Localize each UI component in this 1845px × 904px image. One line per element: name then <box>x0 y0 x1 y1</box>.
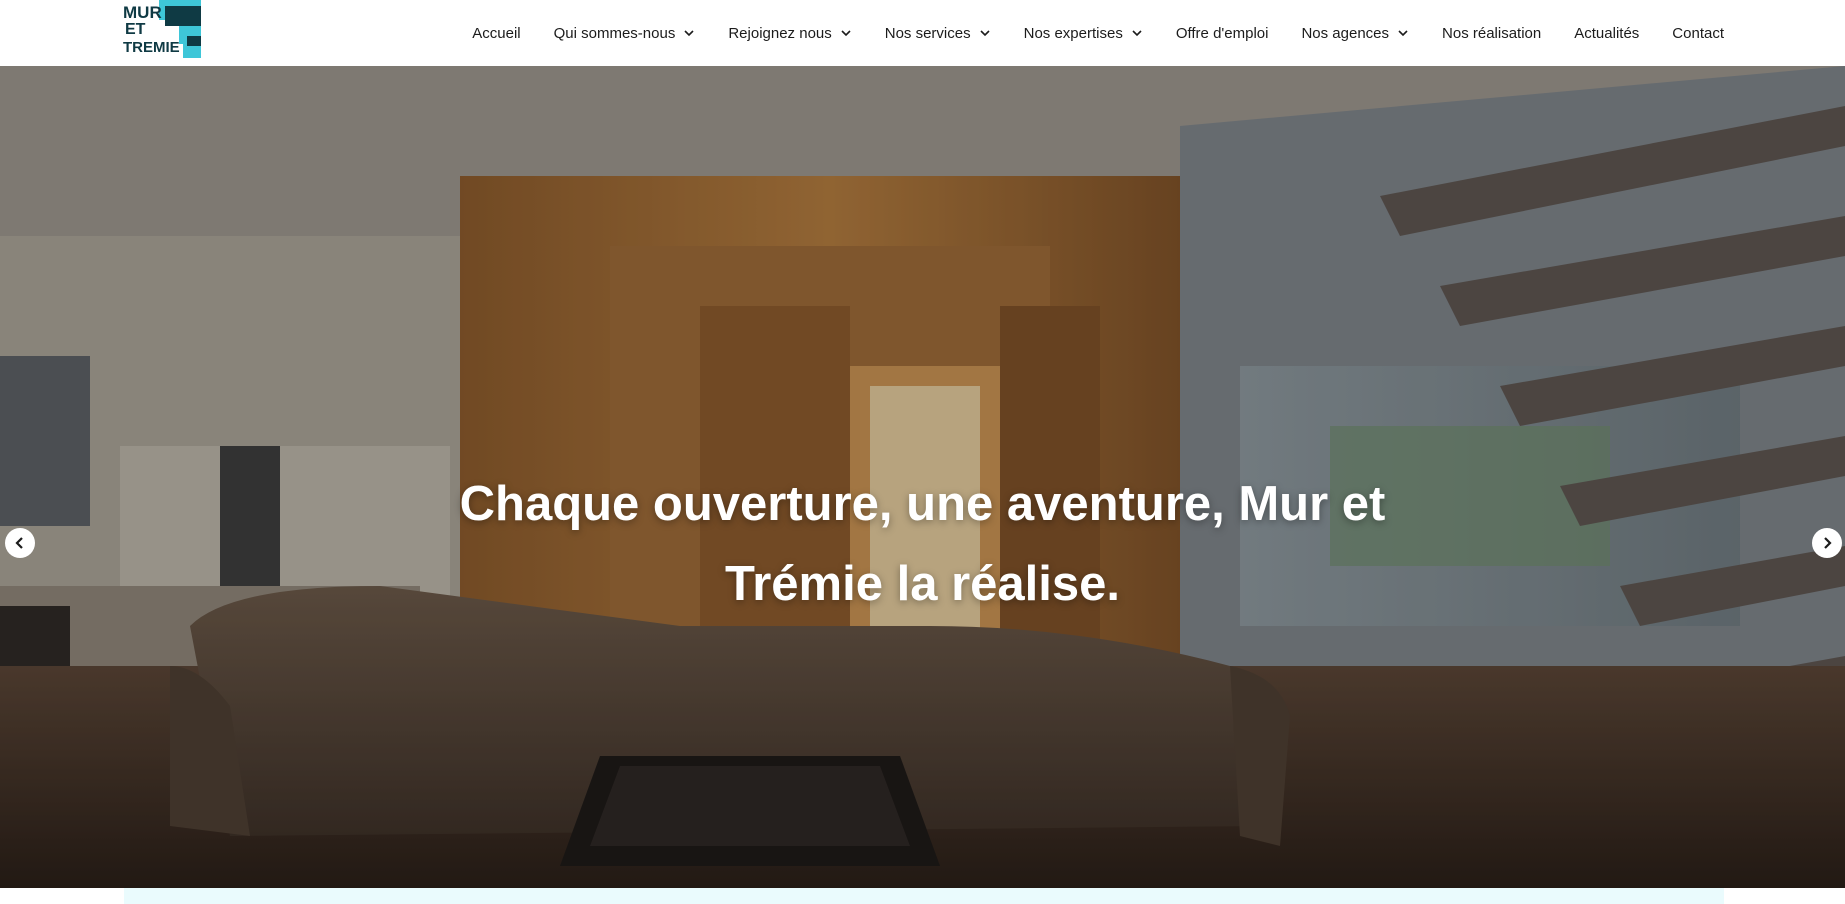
slider-prev-button[interactable] <box>5 528 35 558</box>
nav-item-label: Nos agences <box>1301 24 1390 42</box>
chevron-left-icon <box>15 537 23 549</box>
chevron-right-icon <box>1824 537 1832 549</box>
hero-title-line-2: Trémie la réalise. <box>725 557 1120 611</box>
nav-item-accueil[interactable]: Accueil <box>472 0 520 66</box>
nav-item-qui-sommes-nous[interactable]: Qui sommes-nous <box>521 0 696 66</box>
chevron-down-icon <box>980 30 990 37</box>
hero-slider: Chaque ouverture, une aventure, Mur et T… <box>0 66 1845 888</box>
logo-text-3: TREMIE <box>123 39 180 56</box>
nav-item-label: Offre d'emploi <box>1175 24 1269 42</box>
hero-title-line-1: Chaque ouverture, une aventure, Mur et <box>459 477 1386 531</box>
nav-item-nos-agences[interactable]: Nos agences <box>1268 0 1409 66</box>
nav-item-contact[interactable]: Contact <box>1639 0 1724 66</box>
nav-item-label: Qui sommes-nous <box>553 24 676 42</box>
nav-item-label: Rejoignez nous <box>728 24 832 42</box>
hero-title: Chaque ouverture, une aventure, Mur et T… <box>0 464 1845 624</box>
logo-mark: MUR ET TREMIE <box>123 0 201 58</box>
nav-item-nos-services[interactable]: Nos services <box>852 0 991 66</box>
slider-next-button[interactable] <box>1812 528 1842 558</box>
chevron-down-icon <box>1132 30 1142 37</box>
section-strip <box>124 888 1724 904</box>
site-header: MUR ET TREMIE Accueil Qui sommes-nous Re… <box>0 0 1845 66</box>
chevron-down-icon <box>841 30 851 37</box>
main-nav: Accueil Qui sommes-nous Rejoignez nous N… <box>472 0 1724 66</box>
chevron-down-icon <box>684 30 694 37</box>
nav-item-label: Accueil <box>472 24 521 42</box>
logo-text-2: ET <box>125 21 146 38</box>
nav-item-offre-emploi[interactable]: Offre d'emploi <box>1143 0 1269 66</box>
nav-item-rejoignez-nous[interactable]: Rejoignez nous <box>695 0 851 66</box>
nav-item-label: Nos services <box>884 24 971 42</box>
nav-item-label: Contact <box>1672 24 1724 42</box>
nav-item-nos-expertises[interactable]: Nos expertises <box>991 0 1143 66</box>
site-logo[interactable]: MUR ET TREMIE <box>123 0 203 58</box>
nav-item-nos-realisation[interactable]: Nos réalisation <box>1409 0 1541 66</box>
nav-item-label: Actualités <box>1574 24 1640 42</box>
nav-item-actualites[interactable]: Actualités <box>1541 0 1639 66</box>
nav-item-label: Nos réalisation <box>1442 24 1542 42</box>
nav-item-label: Nos expertises <box>1023 24 1123 42</box>
chevron-down-icon <box>1398 30 1408 37</box>
logo-text-1: MUR <box>123 3 162 22</box>
